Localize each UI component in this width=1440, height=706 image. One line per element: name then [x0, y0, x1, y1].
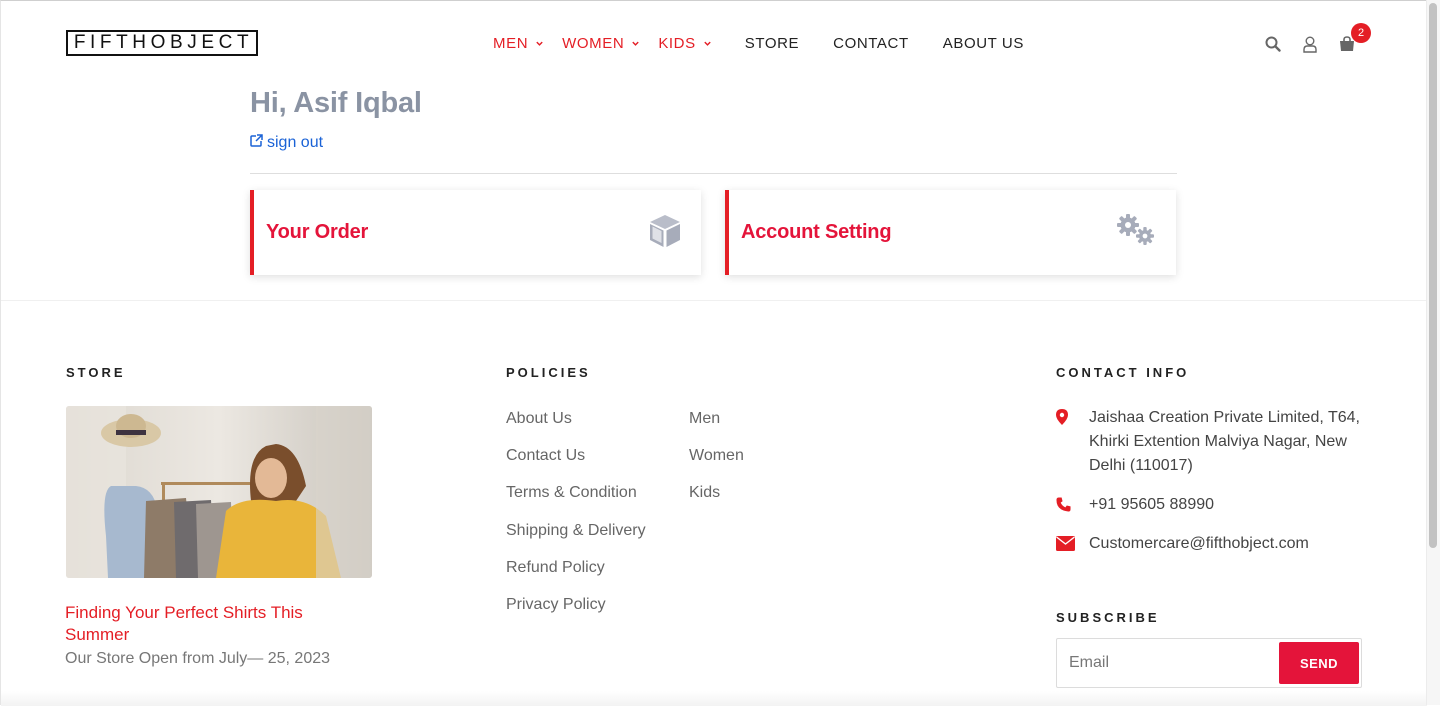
user-icon[interactable] [1300, 34, 1320, 54]
store-post-title[interactable]: Finding Your Perfect Shirts This Summer [65, 602, 355, 646]
store-blog-image[interactable] [66, 406, 372, 578]
footer-link-women[interactable]: Women [689, 446, 744, 483]
store-heading: STORE [66, 365, 126, 380]
contact-phone-text: +91 95605 88990 [1089, 496, 1215, 513]
policies-links: About Us Contact Us Terms & Condition Sh… [506, 409, 646, 632]
main-nav: MEN WOMEN KIDS STORE CONTACT ABOUT US [493, 32, 1058, 54]
search-icon[interactable] [1263, 34, 1283, 54]
nav-store[interactable]: STORE [745, 32, 799, 54]
footer-link-about-us[interactable]: About Us [506, 409, 646, 446]
chevron-down-icon [535, 39, 544, 48]
footer-link-privacy[interactable]: Privacy Policy [506, 595, 646, 632]
footer-link-shipping[interactable]: Shipping & Delivery [506, 521, 646, 558]
greeting-heading: Hi, Asif Iqbal [250, 87, 422, 119]
card-title: Your Order [266, 221, 369, 243]
nav-about-us[interactable]: ABOUT US [943, 32, 1024, 54]
nav-men[interactable]: MEN [493, 32, 544, 54]
nav-kids[interactable]: KIDS [658, 32, 711, 54]
policies-heading: POLICIES [506, 365, 591, 380]
external-link-icon [250, 134, 263, 152]
envelope-icon [1056, 532, 1075, 559]
phone-icon [1056, 493, 1074, 520]
sign-out-link[interactable]: sign out [250, 134, 323, 152]
account-setting-card[interactable]: Account Setting [725, 190, 1176, 275]
nav-contact[interactable]: CONTACT [833, 32, 909, 54]
cart-count-badge: 2 [1351, 23, 1371, 43]
nav-men-label: MEN [493, 34, 529, 52]
divider [250, 173, 1177, 174]
contact-phone[interactable]: +91 95605 88990 [1056, 493, 1214, 520]
contact-email-text: Customercare@fifthobject.com [1089, 535, 1309, 552]
vertical-scrollbar[interactable] [1426, 0, 1440, 705]
your-order-card[interactable]: Your Order [250, 190, 701, 275]
store-post-date: Our Store Open from July— 25, 2023 [65, 650, 331, 667]
bottom-fade [1, 691, 1427, 706]
nav-women-label: WOMEN [562, 34, 625, 52]
chevron-down-icon [703, 39, 712, 48]
sign-out-label: sign out [267, 134, 324, 151]
footer-link-refund[interactable]: Refund Policy [506, 558, 646, 595]
footer-link-kids[interactable]: Kids [689, 483, 744, 520]
subscribe-form: SEND [1056, 638, 1362, 688]
scrollbar-thumb[interactable] [1429, 3, 1437, 548]
gears-icon [1115, 212, 1157, 253]
email-field[interactable] [1058, 640, 1278, 686]
category-links: Men Women Kids [689, 409, 744, 521]
nav-women[interactable]: WOMEN [562, 32, 640, 54]
header-icons [1263, 34, 1357, 54]
section-divider [1, 300, 1427, 301]
card-title: Account Setting [741, 221, 892, 243]
subscribe-heading: SUBSCRIBE [1056, 610, 1160, 625]
chevron-down-icon [631, 39, 640, 48]
contact-address-text: Jaishaa Creation Private Limited, T64, K… [1089, 409, 1360, 474]
page: FIFTHOBJECT MEN WOMEN KIDS STORE CONTACT… [0, 0, 1440, 706]
site-logo[interactable]: FIFTHOBJECT [66, 30, 258, 56]
contact-email[interactable]: Customercare@fifthobject.com [1056, 532, 1309, 559]
send-button[interactable]: SEND [1279, 642, 1359, 684]
map-pin-icon [1056, 406, 1074, 478]
nav-kids-label: KIDS [658, 34, 696, 52]
footer-link-contact-us[interactable]: Contact Us [506, 446, 646, 483]
contact-info-heading: CONTACT INFO [1056, 365, 1190, 380]
footer-link-men[interactable]: Men [689, 409, 744, 446]
footer-link-terms[interactable]: Terms & Condition [506, 483, 646, 520]
cube-icon [647, 213, 683, 254]
contact-address: Jaishaa Creation Private Limited, T64, K… [1056, 406, 1366, 478]
